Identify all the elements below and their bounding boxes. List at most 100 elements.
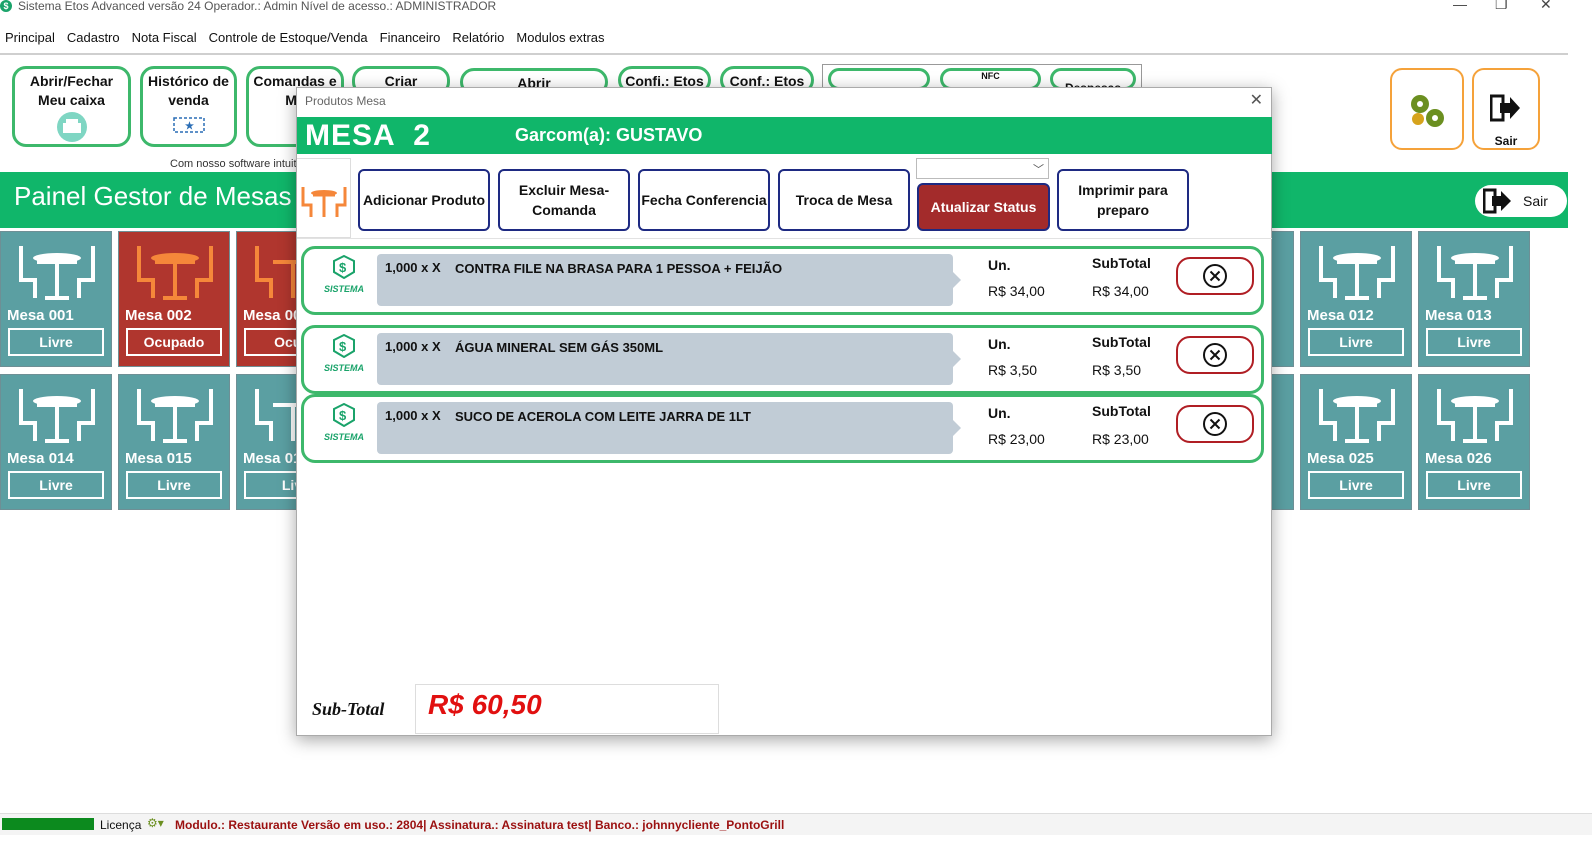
close-icon[interactable]: ✕	[1250, 90, 1263, 110]
promo-text: Com nosso software intuit	[170, 158, 297, 170]
modulo-info: Modulo.: Restaurante Versão em uso.: 280…	[175, 818, 785, 832]
menu-modulos-extras[interactable]: Modulos extras	[511, 26, 611, 50]
remove-item-button[interactable]	[1176, 336, 1254, 374]
progress-bar	[2, 818, 94, 830]
mesa-status-badge: Livre	[8, 471, 104, 499]
item-description-box: 1,000 x X SUCO DE ACEROLA COM LEITE JARR…	[377, 402, 961, 454]
panel-sair-button[interactable]: Sair	[1475, 185, 1567, 217]
imprimir-preparo-button[interactable]: Imprimir para preparo	[1057, 169, 1189, 231]
mesa-name: Mesa 002	[125, 307, 192, 324]
item-name: ÁGUA MINERAL SEM GÁS 350ML	[455, 340, 664, 355]
mesa-card[interactable]: Mesa 012 Livre	[1300, 231, 1412, 367]
mesa-card[interactable]: Mesa 015 Livre	[118, 374, 230, 510]
menu-bar: Principal Cadastro Nota Fiscal Controle …	[0, 26, 612, 50]
mesa-number: MESA 2	[305, 119, 431, 152]
panel-title: Painel Gestor de Mesas	[14, 181, 292, 211]
licenca-label[interactable]: Licença	[100, 818, 141, 832]
mesa-status-badge: Livre	[1426, 471, 1522, 499]
table-chairs-icon	[137, 389, 213, 443]
table-chairs-icon	[19, 389, 95, 443]
item-name: CONTRA FILE NA BRASA PARA 1 PESSOA + FEI…	[455, 261, 783, 276]
remove-item-button[interactable]	[1176, 405, 1254, 443]
mesa-card[interactable]: Mesa 026 Livre	[1418, 374, 1530, 510]
sistema-logo-icon: $	[333, 333, 355, 359]
item-unit-price: R$ 3,50	[988, 362, 1038, 378]
caixa-button[interactable]: Abrir/Fechar Meu caixa	[12, 66, 131, 147]
item-subtotal: R$ 3,50	[1092, 362, 1142, 378]
mesa-card[interactable]: Mesa 025 Livre	[1300, 374, 1412, 510]
table-chairs-icon	[301, 187, 347, 217]
fecha-conferencia-button[interactable]: Fecha Conferencia	[638, 169, 770, 231]
mesa-card[interactable]: Mesa 002 Ocupado	[118, 231, 230, 367]
subtotal-box: R$ 60,50	[415, 684, 719, 734]
subtotal-header: SubTotal	[1092, 403, 1151, 419]
un-header: Un.	[988, 336, 1011, 352]
historico-button[interactable]: Histórico de venda ★	[140, 66, 237, 147]
maximize-button[interactable]: ❐	[1495, 0, 1508, 13]
item-description-box: 1,000 x X CONTRA FILE NA BRASA PARA 1 PE…	[377, 254, 961, 306]
chevron-down-icon: ﹀	[1033, 164, 1044, 176]
ticket-icon: ★	[172, 117, 205, 133]
mesa-name: Mesa 001	[7, 307, 74, 324]
un-header: Un.	[988, 405, 1011, 421]
remove-circle-x-icon	[1203, 264, 1227, 288]
status-select[interactable]: ﹀	[916, 158, 1049, 179]
svg-text:$: $	[339, 260, 347, 275]
nfce-label: NFC	[981, 71, 1000, 81]
dialog-title: Produtos Mesa	[305, 94, 386, 108]
table-chairs-icon	[1319, 389, 1395, 443]
troca-de-mesa-button[interactable]: Troca de Mesa	[778, 169, 910, 231]
menu-nota-fiscal[interactable]: Nota Fiscal	[127, 26, 204, 50]
excluir-mesa-comanda-button[interactable]: Excluir Mesa-Comanda	[498, 169, 630, 231]
order-item: $ SISTEMA 1,000 x X CONTRA FILE NA BRASA…	[301, 246, 1264, 315]
exit-icon	[1483, 188, 1511, 214]
mesa-name: Mesa 025	[1307, 450, 1374, 467]
sistema-logo-icon: $	[333, 254, 355, 280]
mesa-status-badge: Livre	[1308, 328, 1404, 356]
subtotal-value: R$ 60,50	[428, 689, 542, 720]
exit-icon	[1490, 94, 1520, 122]
mesa-name: Mesa 014	[7, 450, 74, 467]
sair-top-label: Sair	[1494, 134, 1518, 148]
item-subtotal: R$ 34,00	[1092, 283, 1149, 299]
svg-text:$: $	[339, 339, 347, 354]
table-icon-box	[297, 158, 351, 238]
remove-circle-x-icon	[1203, 412, 1227, 436]
item-description-box: 1,000 x X ÁGUA MINERAL SEM GÁS 350ML	[377, 333, 961, 385]
menu-controle-estoque[interactable]: Controle de Estoque/Venda	[204, 26, 375, 50]
mesa-status-badge: Livre	[1426, 328, 1522, 356]
atualizar-status-button[interactable]: Atualizar Status	[917, 183, 1050, 231]
sair-top-button[interactable]: Sair	[1472, 68, 1540, 150]
subtotal-header: SubTotal	[1092, 334, 1151, 350]
subtotal-label: Sub-Total	[312, 699, 385, 719]
menu-relatorio[interactable]: Relatório	[447, 26, 511, 50]
menu-cadastro[interactable]: Cadastro	[62, 26, 127, 50]
order-item: $ SISTEMA 1,000 x X SUCO DE ACEROLA COM …	[301, 394, 1264, 463]
mesa-name: Mesa 013	[1425, 307, 1492, 324]
mesa-status-badge: Livre	[1308, 471, 1404, 499]
mesa-card[interactable]: Mesa 013 Livre	[1418, 231, 1530, 367]
mesa-card[interactable]: Mesa 014 Livre	[0, 374, 112, 510]
panel-sair-label: Sair	[1523, 193, 1548, 209]
status-bar: Licença ⚙▾ Modulo.: Restaurante Versão e…	[0, 813, 1592, 835]
gear-dropdown-icon[interactable]: ⚙▾	[147, 816, 164, 830]
item-name: SUCO DE ACEROLA COM LEITE JARRA DE 1LT	[455, 409, 751, 424]
menu-principal[interactable]: Principal	[0, 26, 62, 50]
mesa-name: Mesa 015	[125, 450, 192, 467]
menu-financeiro[interactable]: Financeiro	[375, 26, 448, 50]
table-chairs-icon	[1437, 246, 1513, 300]
close-window-button[interactable]: ✕	[1540, 0, 1552, 13]
settings-button[interactable]	[1390, 68, 1464, 150]
table-chairs-icon	[137, 246, 213, 300]
sistema-logo: $ SISTEMA	[320, 254, 368, 294]
title-bar: $ Sistema Etos Advanced versão 24 Operad…	[0, 0, 1592, 14]
mesa-name: Mesa 026	[1425, 450, 1492, 467]
mesa-status-badge: Livre	[126, 471, 222, 499]
minimize-button[interactable]: —	[1453, 0, 1467, 12]
mesa-card[interactable]: Mesa 001 Livre	[0, 231, 112, 367]
cash-register-icon	[56, 112, 87, 142]
app-logo-icon: $	[0, 0, 12, 12]
table-chairs-icon	[1437, 389, 1513, 443]
adicionar-produto-button[interactable]: Adicionar Produto	[358, 169, 490, 231]
remove-item-button[interactable]	[1176, 257, 1254, 295]
